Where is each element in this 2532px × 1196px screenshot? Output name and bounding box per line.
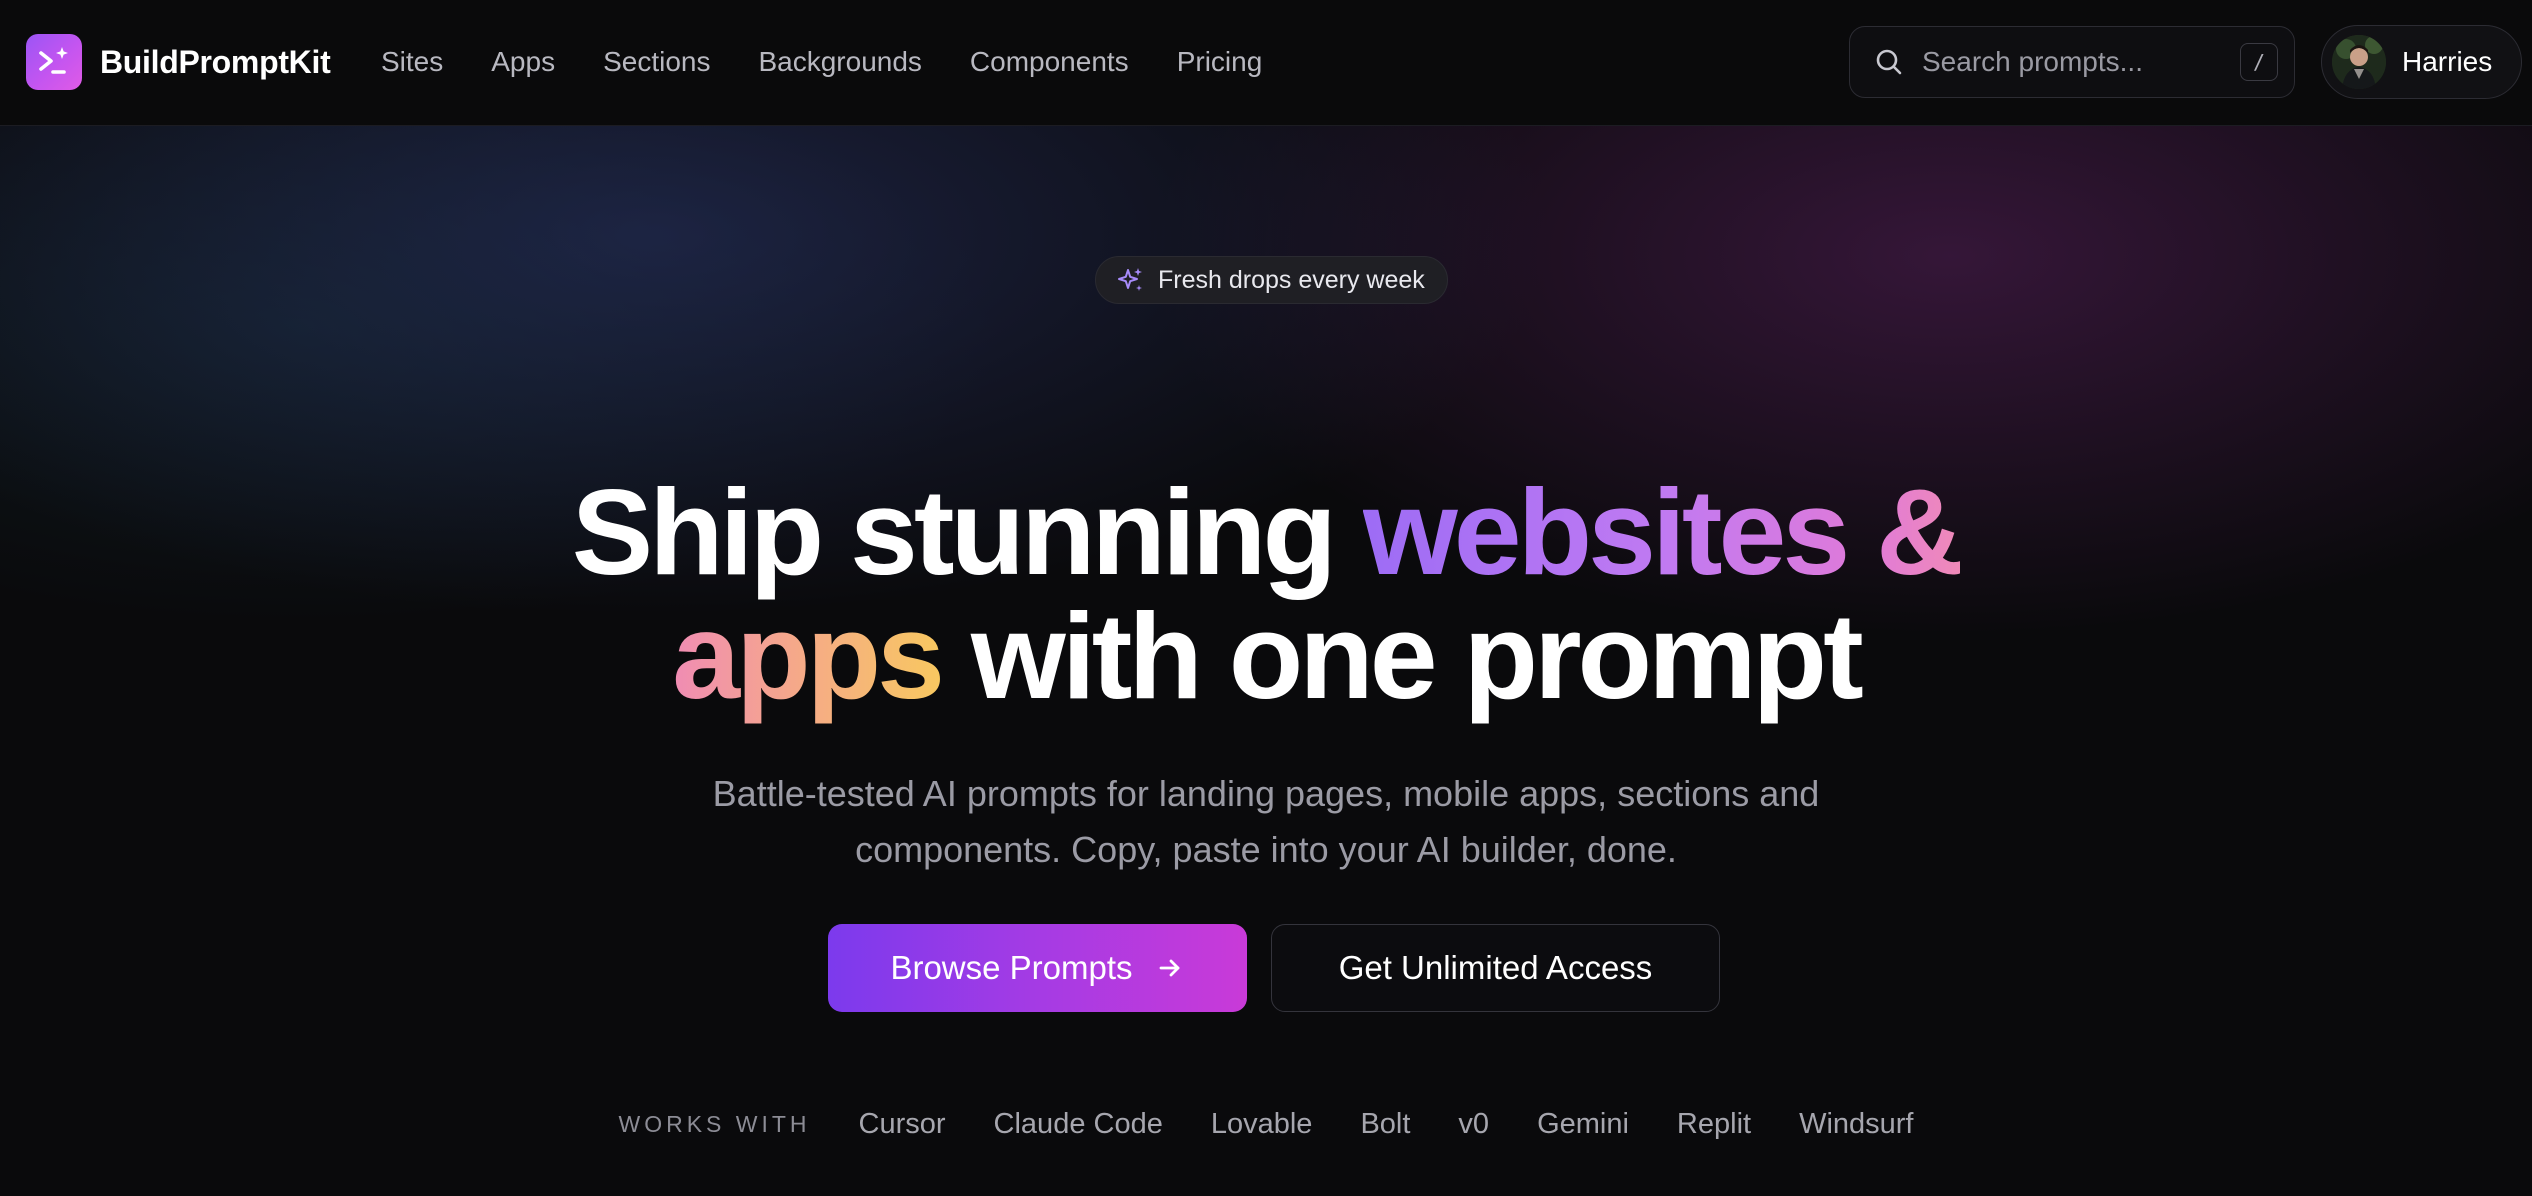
sparkles-icon [1116, 265, 1146, 295]
works-with-cursor[interactable]: Cursor [859, 1108, 946, 1141]
user-menu-button[interactable]: Harries [2321, 25, 2522, 99]
top-navbar: BuildPromptKit Sites Apps Sections Backg… [0, 0, 2532, 126]
browse-prompts-button[interactable]: Browse Prompts [828, 924, 1247, 1012]
works-with-replit[interactable]: Replit [1677, 1108, 1751, 1141]
works-with-gemini[interactable]: Gemini [1537, 1108, 1629, 1141]
works-with-v0[interactable]: v0 [1458, 1108, 1489, 1141]
works-with-bolt[interactable]: Bolt [1360, 1108, 1410, 1141]
search-icon [1872, 45, 1906, 79]
avatar [2332, 35, 2386, 89]
arrow-right-icon [1155, 953, 1185, 983]
headline-line-2: apps with one prompt [0, 594, 2532, 718]
headline-line-1: Ship stunning websites & [0, 470, 2532, 594]
get-unlimited-access-button[interactable]: Get Unlimited Access [1271, 924, 1720, 1012]
headline-text-part1: Ship stunning [571, 464, 1363, 600]
search-shortcut-key: / [2240, 43, 2278, 81]
headline-highlight-apps: apps [672, 588, 945, 724]
main-nav: Sites Apps Sections Backgrounds Componen… [381, 42, 1262, 82]
subtitle-line-1: Battle-tested AI prompts for landing pag… [712, 773, 1820, 814]
works-with-claude-code[interactable]: Claude Code [994, 1108, 1163, 1141]
brand-name: BuildPromptKit [100, 43, 331, 80]
nav-item-backgrounds[interactable]: Backgrounds [758, 42, 921, 82]
works-with-label: WORKS WITH [618, 1111, 811, 1137]
browse-prompts-label: Browse Prompts [890, 949, 1133, 986]
hero-subtitle: Battle-tested AI prompts for landing pag… [0, 766, 2532, 878]
brand-logo-link[interactable]: BuildPromptKit [26, 34, 331, 90]
nav-item-sections[interactable]: Sections [603, 42, 710, 82]
works-with-bar: WORKS WITH Cursor Claude Code Lovable Bo… [0, 1108, 2532, 1141]
headline-text-part2: with one prompt [941, 588, 1864, 724]
works-with-windsurf[interactable]: Windsurf [1799, 1108, 1913, 1141]
nav-item-sites[interactable]: Sites [381, 42, 443, 82]
subtitle-line-2: components. Copy, paste into your AI bui… [855, 829, 1677, 870]
fresh-drops-badge: Fresh drops every week [1095, 256, 1448, 304]
works-with-lovable[interactable]: Lovable [1211, 1108, 1313, 1141]
headline-highlight-websites: websites & [1362, 464, 1964, 600]
user-name: Harries [2402, 46, 2493, 77]
nav-item-pricing[interactable]: Pricing [1177, 42, 1263, 82]
nav-item-apps[interactable]: Apps [491, 42, 555, 82]
hero-headline: Ship stunning websites & apps with one p… [0, 470, 2532, 718]
search-box[interactable]: / [1849, 26, 2295, 98]
badge-text: Fresh drops every week [1158, 265, 1425, 294]
terminal-sparkle-icon [26, 34, 82, 90]
nav-item-components[interactable]: Components [970, 42, 1129, 82]
search-input[interactable] [1920, 45, 2224, 79]
